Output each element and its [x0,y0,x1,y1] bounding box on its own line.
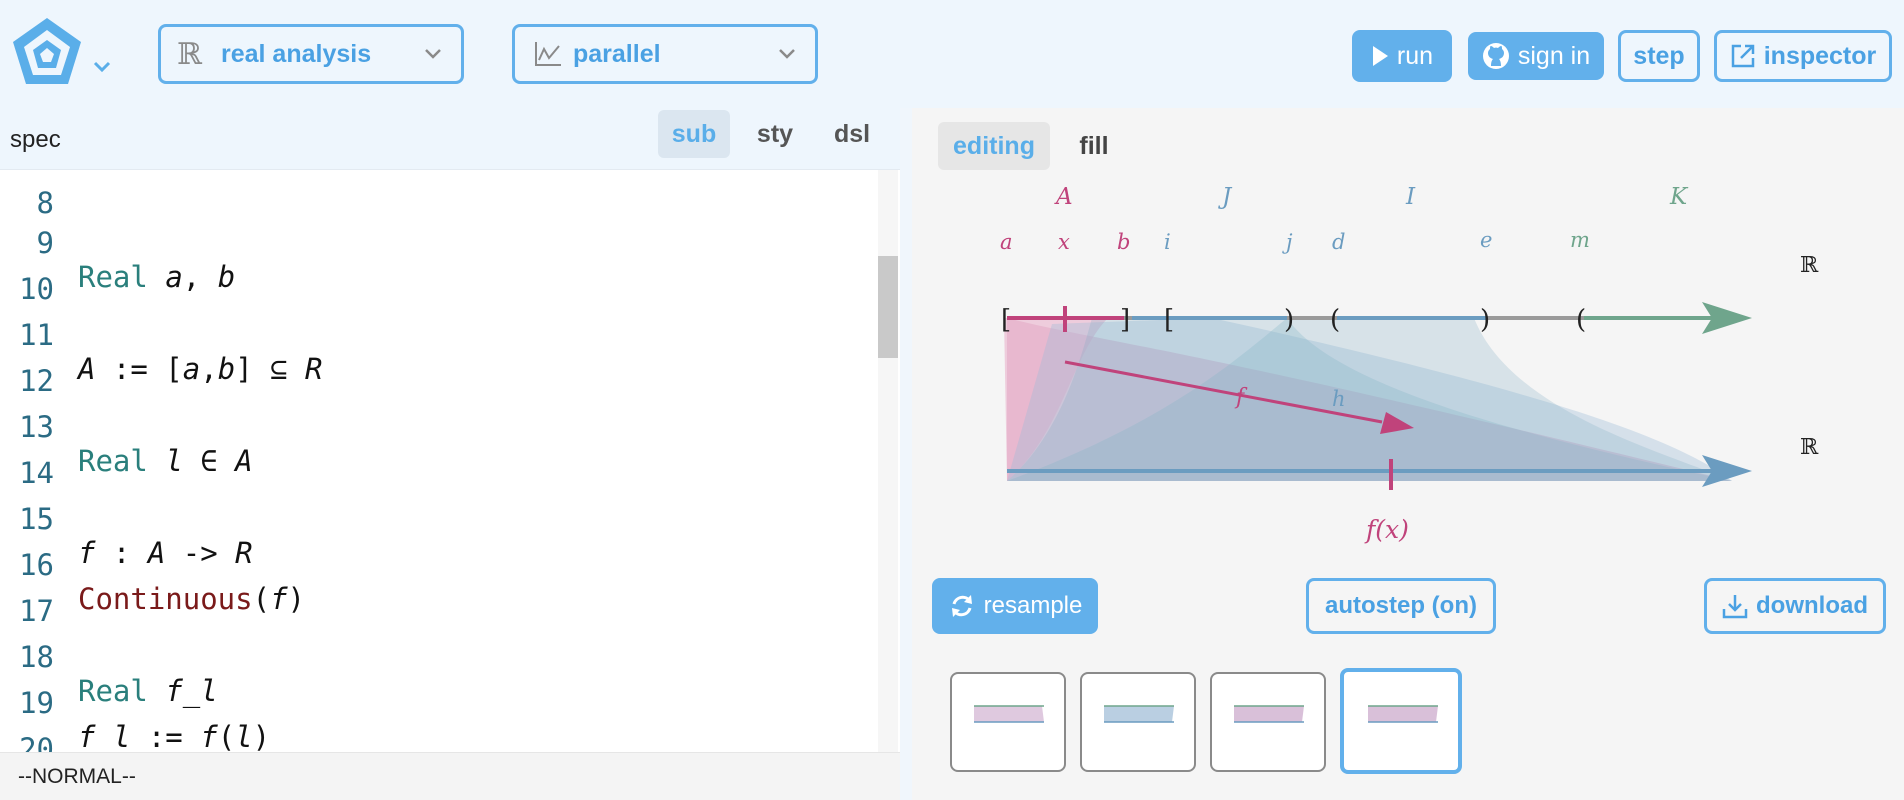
sample-thumbnail[interactable] [1210,672,1326,772]
resample-button-label: resample [983,592,1083,619]
real-numbers-icon: ℝ [177,36,202,72]
sample-thumbnail[interactable] [1080,672,1196,772]
download-button[interactable]: download [1704,578,1886,634]
interval-label-A: A [1054,184,1073,210]
scrollbar-thumb[interactable] [878,256,898,358]
diagram-canvas: [ ] [ ) ( ) ( A J I K a x b i j d e m ℝ … [1000,184,1819,544]
run-button[interactable]: run [1352,30,1452,82]
vim-status-bar: --NORMAL-- [0,752,900,800]
axis-label-top: ℝ [1800,253,1819,278]
tab-dsl[interactable]: dsl [818,110,886,158]
code-line: 9 Real a, b [0,192,878,294]
thumbnail-preview [1234,705,1304,723]
image-label: f(x) [1364,515,1409,544]
step-button-label: step [1633,41,1685,70]
step-button[interactable]: step [1618,30,1700,82]
sample-thumbnail[interactable] [950,672,1066,772]
tab-sub[interactable]: sub [658,110,730,158]
style-select[interactable]: parallel [512,24,818,84]
sign-in-button-label: sign in [1517,41,1591,70]
autostep-button[interactable]: autostep (on) [1306,578,1496,634]
bracket-b: ] [1120,305,1130,335]
interval-label-J: J [1218,184,1233,210]
style-select-label: parallel [573,39,661,68]
autostep-button-label: autostep (on) [1325,592,1477,619]
inspector-button[interactable]: inspector [1714,30,1892,82]
bracket-i: [ [1164,305,1174,335]
axis-label-bottom: ℝ [1800,435,1819,460]
bracket-e: ) [1480,305,1490,335]
chevron-down-icon [425,49,441,59]
run-button-label: run [1396,41,1434,70]
penrose-logo-icon[interactable] [10,16,84,88]
bracket-a: [ [1001,305,1011,335]
code-line: 10 [0,238,878,306]
code-line: 12 [0,330,878,398]
download-icon [1722,595,1748,619]
refresh-icon [951,595,972,617]
top-bar: ℝ real analysis parallel run sign in ste… [0,0,1904,108]
github-icon [1482,43,1509,69]
chevron-down-icon[interactable] [92,60,112,74]
map-label-h: h [1332,387,1346,411]
point-label-b: b [1117,230,1130,254]
thumbnail-preview [1368,705,1438,723]
thumbnail-preview [974,705,1044,723]
download-button-label: download [1756,592,1868,619]
point-label-j: j [1282,230,1293,254]
code-line: 18 Real f_l [0,606,878,708]
external-link-icon [1731,44,1754,68]
editor-header: spec sub sty dsl [0,108,900,170]
line-chart-icon [535,42,561,66]
vim-mode: --NORMAL-- [18,765,136,788]
tab-editing[interactable]: editing [938,122,1050,170]
editor-panel: spec sub sty dsl 8 9 Real a, b 10 11 A :… [0,108,900,800]
chevron-down-icon [779,49,795,59]
point-label-a: a [1000,230,1013,254]
bracket-m: ( [1576,305,1586,335]
code-line: 16 Continuous(f) [0,514,878,616]
tab-sty[interactable]: sty [740,110,810,158]
tab-fill[interactable]: fill [1058,122,1130,170]
point-label-d: d [1332,230,1345,254]
code-line: 19 f_l := f(l) [0,652,878,752]
play-icon [1372,46,1388,66]
line-number: 20 [19,732,54,752]
interval-label-K: K [1669,184,1689,210]
bracket-d: ( [1330,305,1340,335]
thumbnail-preview [1104,705,1174,723]
interval-label-I: I [1405,184,1416,210]
point-label-i: i [1164,230,1171,254]
viewer-panel: editing fill [ ] [ ) ( ) ( A J I K a x b… [912,108,1904,800]
code-line: 15 f : A -> R [0,468,878,570]
code-line: 20 Label l $x$ [0,698,878,752]
point-label-e: e [1480,228,1492,252]
resample-button[interactable]: resample [932,578,1098,634]
inspector-button-label: inspector [1763,41,1877,70]
sign-in-button[interactable]: sign in [1468,32,1604,80]
domain-select[interactable]: ℝ real analysis [158,24,464,84]
code-line: 14 [0,422,878,490]
domain-select-label: real analysis [221,39,372,68]
point-label-x: x [1058,230,1070,254]
code-editor[interactable]: 8 9 Real a, b 10 11 A := [a,b] ⊆ R 12 13… [0,170,878,752]
code-line: 11 A := [a,b] ⊆ R [0,284,878,386]
editor-scrollbar[interactable] [878,170,898,752]
code-line: 13 Real l ∈ A [0,376,878,478]
bracket-j: ) [1284,305,1294,335]
code-line: 17 [0,560,878,628]
panel-label: spec [10,126,61,153]
sample-thumbnail-selected[interactable] [1340,668,1462,774]
point-label-m: m [1570,228,1590,252]
